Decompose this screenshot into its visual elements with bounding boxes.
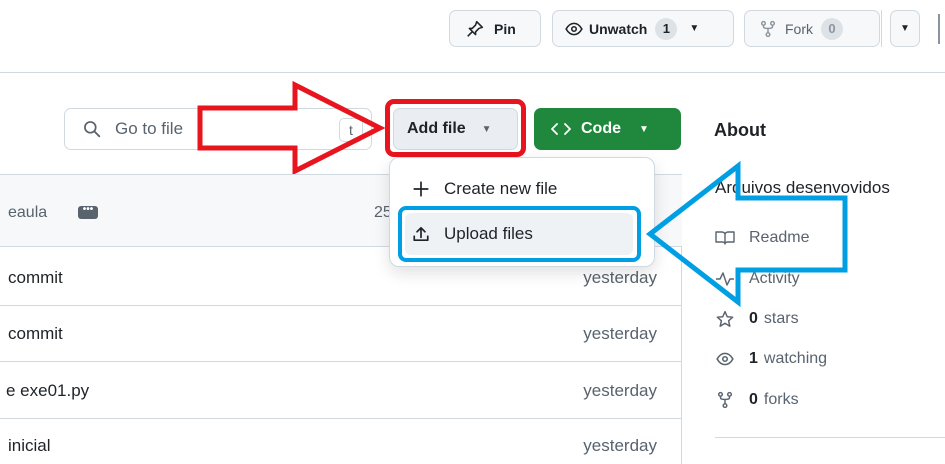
file-row-4-date: yesterday — [583, 436, 657, 455]
header-separator — [0, 72, 945, 73]
fork-divider — [881, 10, 882, 47]
search-input-placeholder: Go to file — [115, 119, 184, 138]
fork-button[interactable]: Fork 0 — [744, 10, 882, 47]
row-divider — [0, 361, 682, 362]
search-icon — [84, 121, 101, 138]
code-button[interactable]: Code ▼ — [534, 108, 681, 150]
file-row-4-message[interactable]: inicial — [8, 436, 51, 456]
fork-icon — [760, 20, 776, 37]
latest-commit-text: eaula — [8, 204, 48, 221]
about-bottom-divider — [715, 437, 945, 438]
code-chevron-down-icon: ▼ — [639, 123, 649, 135]
fork-dropdown-button[interactable]: ▼ — [890, 10, 920, 47]
pin-label: Pin — [494, 20, 516, 37]
star-icon — [716, 310, 734, 327]
eye-icon — [716, 352, 734, 366]
about-title: About — [714, 120, 766, 140]
file-row-1-message[interactable]: commit — [8, 268, 63, 288]
red-arrow-annotation — [197, 80, 386, 176]
code-icon — [551, 123, 571, 135]
add-file-chevron-down-icon: ▼ — [481, 123, 492, 135]
forks-count: 0 — [749, 391, 758, 408]
file-row-2-date: yesterday — [583, 324, 657, 343]
plus-icon — [413, 181, 429, 197]
code-label: Code — [581, 120, 621, 137]
fork-label: Fork — [785, 20, 813, 37]
chevron-down-icon: ▼ — [900, 23, 910, 34]
file-row-2-message[interactable]: commit — [8, 324, 63, 344]
file-row-3-message[interactable]: e exe01.py — [6, 381, 89, 401]
create-new-file-label: Create new file — [444, 179, 558, 198]
forks-link[interactable]: 0 forks — [715, 391, 799, 409]
row-divider — [0, 305, 682, 306]
add-file-label: Add file — [407, 120, 466, 137]
create-new-file-item[interactable]: Create new file — [412, 179, 557, 199]
ellipsis-icon[interactable]: ••• — [78, 205, 98, 219]
watching-count: 1 — [749, 350, 758, 367]
pin-button[interactable]: Pin — [449, 10, 541, 47]
unwatch-button[interactable]: Unwatch 1 ▼ — [552, 10, 734, 47]
row-divider — [0, 418, 682, 419]
fork-icon — [717, 391, 733, 409]
header-edge-divider — [938, 14, 940, 44]
pin-icon — [467, 20, 484, 37]
watching-label: watching — [763, 350, 828, 367]
stars-link[interactable]: 0 stars — [715, 310, 799, 328]
upload-icon — [413, 226, 429, 242]
unwatch-chevron-down-icon[interactable]: ▼ — [689, 23, 699, 34]
forks-label: forks — [763, 391, 799, 408]
stars-count: 0 — [749, 310, 758, 327]
stars-label: stars — [763, 310, 799, 327]
file-row-3-date: yesterday — [583, 381, 657, 400]
upload-files-label: Upload files — [444, 224, 533, 243]
blue-arrow-annotation — [645, 160, 848, 308]
eye-icon — [565, 22, 583, 35]
unwatch-count: 1 — [655, 17, 678, 40]
watching-link[interactable]: 1 watching — [715, 350, 827, 368]
upload-files-item[interactable]: Upload files — [412, 224, 533, 244]
unwatch-label: Unwatch — [589, 20, 648, 37]
fork-count: 0 — [821, 17, 843, 40]
add-file-button[interactable]: Add file ▼ — [393, 108, 518, 150]
